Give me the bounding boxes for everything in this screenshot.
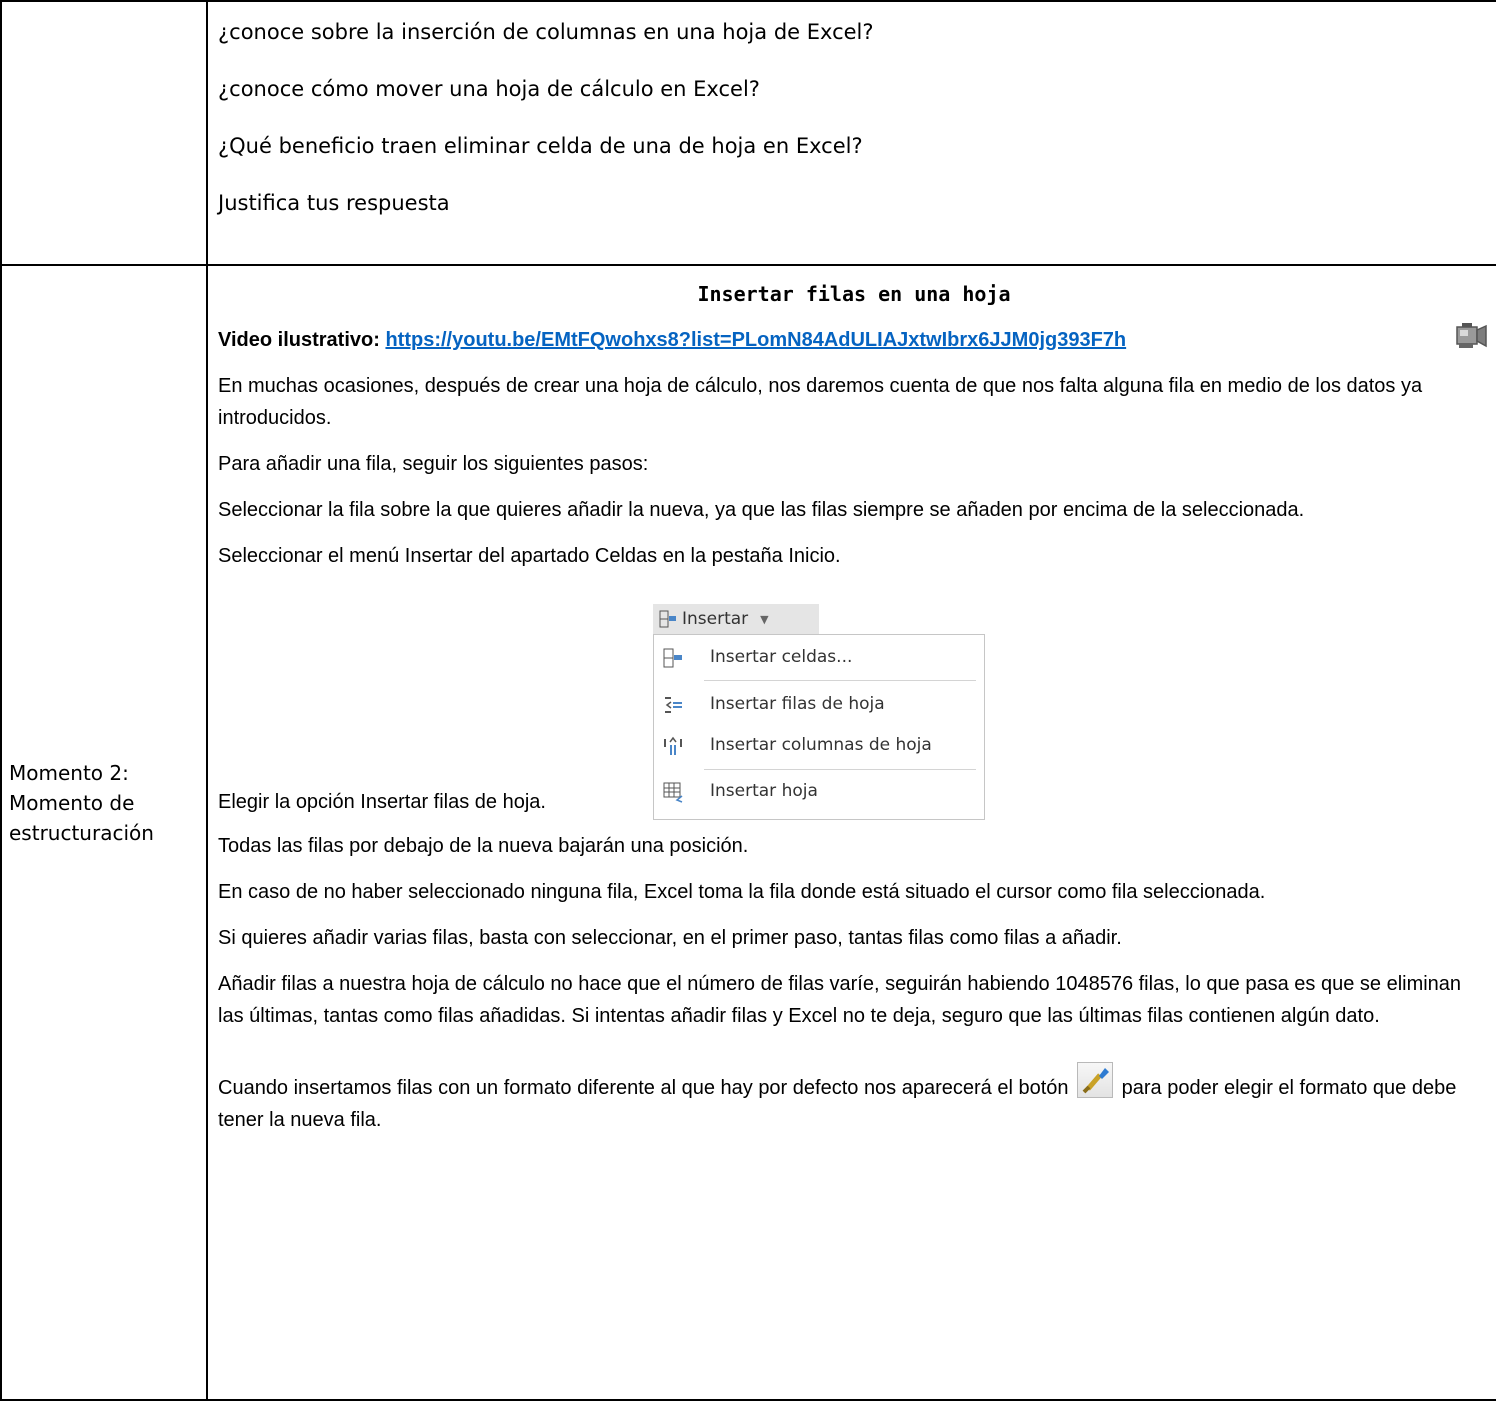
chevron-down-icon: ▼ [760, 612, 769, 626]
menu-item-insert-rows[interactable]: Insertar filas de hoja [654, 688, 984, 722]
moment-label-cell: Momento 2: Momento de estructuración [0, 264, 208, 1401]
video-camera-icon [1456, 323, 1487, 348]
insert-dropdown: Insertar celdas... Insertar filas de hoj… [653, 634, 985, 820]
menu-item-label: Insertar celdas... [710, 647, 853, 667]
moment-label-line-1: Momento 2: [9, 760, 129, 785]
video-line: Video ilustrativo: https://youtu.be/EMtF… [218, 323, 1490, 356]
section-title: Insertar filas en una hoja [697, 282, 1011, 306]
paragraph-2: Para añadir una fila, seguir los siguien… [218, 453, 649, 475]
insert-menu-button[interactable]: Insertar ▼ [653, 604, 819, 634]
insert-cells-icon [659, 610, 676, 628]
paragraph-7: Si quieres añadir varias filas, basta co… [218, 927, 1122, 949]
paragraph-4: Seleccionar el menú Insertar del apartad… [218, 545, 841, 567]
question-4: Justifica tus respuesta [218, 191, 450, 215]
label-cell-empty [0, 0, 208, 266]
paragraph-5: Todas las filas por debajo de la nueva b… [218, 835, 749, 857]
question-3: ¿Qué beneficio traen eliminar celda de u… [218, 134, 863, 158]
menu-separator [704, 680, 976, 681]
paragraph-6: En caso de no haber seleccionado ninguna… [218, 881, 1266, 903]
insert-columns-icon [664, 736, 682, 755]
paragraph-choose-option: Elegir la opción Insertar filas de hoja. [218, 791, 546, 813]
menu-item-insert-columns[interactable]: Insertar columnas de hoja [654, 729, 984, 763]
moment-label: Momento 2: Momento de estructuración [2, 758, 206, 848]
paragraph-1: En muchas ocasiones, después de crear un… [218, 375, 1423, 429]
question-2: ¿conoce cómo mover una hoja de cálculo e… [218, 77, 760, 101]
question-1: ¿conoce sobre la inserción de columnas e… [218, 20, 874, 44]
video-link[interactable]: https://youtu.be/EMtFQwohxs8?list=PLomN8… [385, 329, 1126, 351]
paragraph-8: Añadir filas a nuestra hoja de cálculo n… [218, 973, 1462, 1027]
menu-item-insert-sheet[interactable]: Insertar hoja [654, 775, 984, 809]
table-row: ¿conoce sobre la inserción de columnas e… [0, 0, 1496, 266]
document-table: ¿conoce sobre la inserción de columnas e… [0, 0, 1496, 1401]
menu-separator [704, 769, 976, 770]
questions-cell: ¿conoce sobre la inserción de columnas e… [206, 0, 1496, 266]
paragraph-3: Seleccionar la fila sobre la que quieres… [218, 499, 1305, 521]
paragraph-9: Cuando insertamos filas con un formato d… [218, 1062, 1490, 1136]
menu-item-label: Insertar hoja [710, 781, 818, 801]
insert-sheet-icon [663, 782, 683, 803]
menu-item-label: Insertar columnas de hoja [710, 735, 932, 755]
table-row: Momento 2: Momento de estructuración Ins… [0, 264, 1496, 1401]
paintbrush-icon [1082, 1068, 1110, 1094]
moment-label-line-2: Momento de [9, 790, 135, 815]
format-paintbrush-button[interactable] [1077, 1062, 1114, 1098]
insert-menu-figure: Insertar ▼ Insertar celdas... Insertar f… [218, 586, 1490, 820]
video-label: Video ilustrativo: [218, 329, 386, 351]
menu-item-label: Insertar filas de hoja [710, 694, 885, 714]
insert-menu-label: Insertar [682, 609, 749, 629]
paragraph-9-start: Cuando insertamos filas con un formato d… [218, 1077, 1075, 1099]
moment-label-line-3: estructuración [9, 820, 154, 845]
menu-item-insert-cells[interactable]: Insertar celdas... [654, 641, 984, 675]
insert-cells-icon [663, 648, 682, 668]
content-cell: Insertar filas en una hoja Video ilustra… [206, 264, 1496, 1401]
insert-rows-icon [665, 697, 682, 713]
